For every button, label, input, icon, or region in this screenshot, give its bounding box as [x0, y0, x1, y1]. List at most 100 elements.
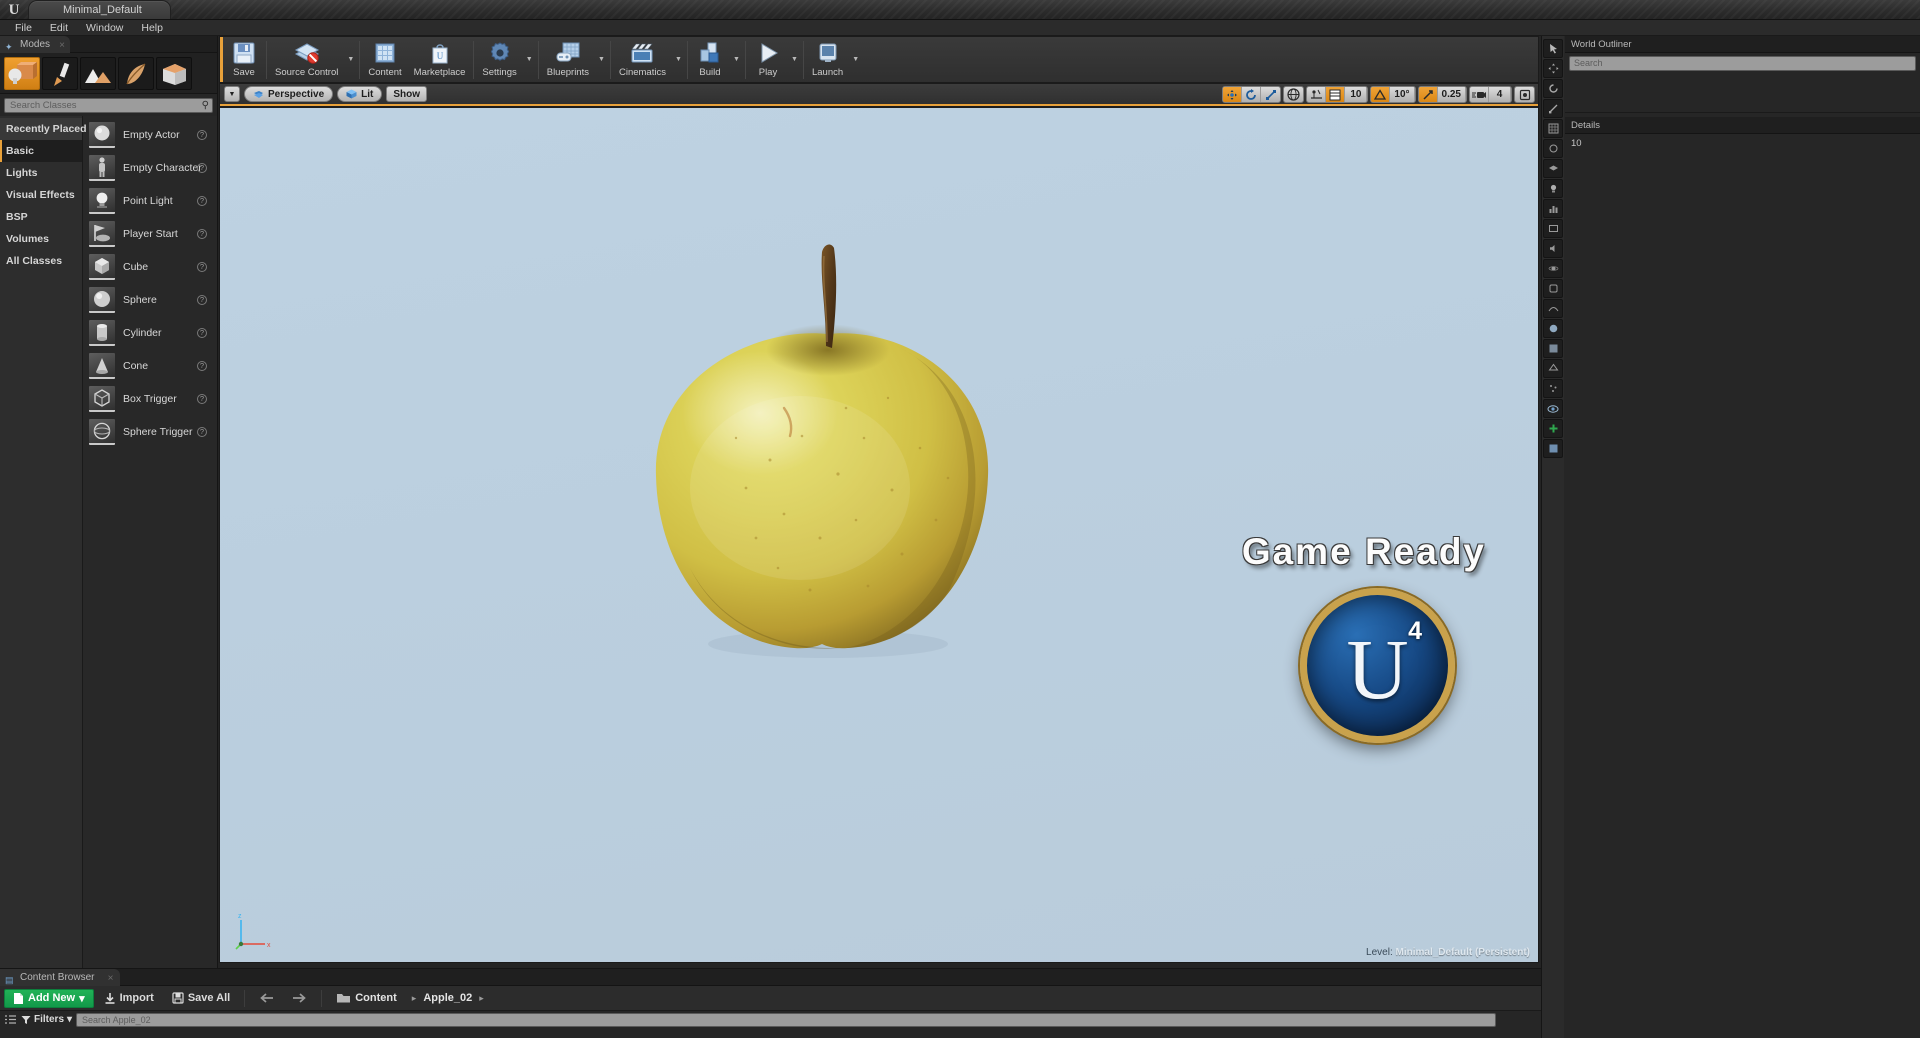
physics-tool-icon[interactable]	[1543, 259, 1563, 278]
list-item[interactable]: Empty Character ?	[83, 151, 217, 184]
category-bsp[interactable]: BSP	[0, 206, 82, 228]
import-button[interactable]: Import	[96, 989, 162, 1008]
build-caret[interactable]: ▼	[730, 37, 743, 82]
menu-help[interactable]: Help	[132, 20, 172, 36]
apple-mesh[interactable]	[650, 238, 1010, 668]
help-icon[interactable]: ?	[197, 327, 207, 338]
help-icon[interactable]: ?	[197, 129, 207, 140]
perspective-button[interactable]: Perspective	[244, 86, 334, 102]
project-tab[interactable]: Minimal_Default	[28, 0, 171, 19]
list-item[interactable]: Point Light ?	[83, 184, 217, 217]
list-item[interactable]: Box Trigger ?	[83, 382, 217, 415]
help-icon[interactable]: ?	[197, 162, 207, 173]
launch-button[interactable]: Launch	[806, 37, 849, 82]
search-classes-input[interactable]	[5, 99, 212, 112]
menu-edit[interactable]: Edit	[41, 20, 77, 36]
camera-speed-value[interactable]: 4	[1489, 87, 1511, 102]
particle-tool-icon[interactable]	[1543, 379, 1563, 398]
list-item[interactable]: Cube ?	[83, 250, 217, 283]
foliage-mode-button[interactable]	[118, 57, 154, 90]
geometry-edit-mode-button[interactable]	[156, 57, 192, 90]
help-icon[interactable]: ?	[197, 228, 207, 239]
mesh-tool-icon[interactable]	[1543, 359, 1563, 378]
blueprints-button[interactable]: Blueprints	[541, 37, 595, 82]
scale-snap-icon[interactable]	[1418, 87, 1438, 102]
category-all-classes[interactable]: All Classes	[0, 250, 82, 272]
save-button[interactable]: Save	[224, 37, 264, 82]
launch-caret[interactable]: ▼	[849, 37, 862, 82]
list-item[interactable]: Player Start ?	[83, 217, 217, 250]
help-icon[interactable]: ?	[197, 195, 207, 206]
content-search-box[interactable]: Search Apple_02	[76, 1012, 1497, 1027]
list-item[interactable]: Sphere Trigger ?	[83, 415, 217, 448]
filters-button[interactable]: Filters ▾	[21, 1014, 72, 1025]
layers-tool-icon[interactable]	[1543, 159, 1563, 178]
cinematics-caret[interactable]: ▼	[672, 37, 685, 82]
content-button[interactable]: Content	[362, 37, 407, 82]
nav-forward-button[interactable]	[284, 989, 315, 1008]
rotation-snap-icon[interactable]	[1371, 87, 1391, 102]
help-icon[interactable]: ?	[197, 360, 207, 371]
category-basic[interactable]: Basic	[0, 140, 82, 162]
source-control-button[interactable]: Source Control	[269, 37, 344, 82]
texture-tool-icon[interactable]	[1543, 339, 1563, 358]
menu-file[interactable]: File	[6, 20, 41, 36]
rotate-mode-icon[interactable]	[1242, 87, 1262, 102]
close-icon[interactable]: ×	[108, 970, 114, 987]
list-item[interactable]: Sphere ?	[83, 283, 217, 316]
material-tool-icon[interactable]	[1543, 319, 1563, 338]
play-button[interactable]: Play	[748, 37, 788, 82]
grid-snap-value[interactable]: 10	[1345, 87, 1368, 102]
list-item[interactable]: Empty Actor ?	[83, 118, 217, 151]
settings-button[interactable]: Settings	[476, 37, 522, 82]
menu-window[interactable]: Window	[77, 20, 132, 36]
scale-mode-icon[interactable]	[1261, 87, 1280, 102]
snap-tool-icon[interactable]	[1543, 139, 1563, 158]
close-icon[interactable]: ×	[59, 37, 65, 54]
help-icon[interactable]: ?	[197, 393, 207, 404]
category-recently-placed[interactable]: Recently Placed	[0, 118, 87, 140]
modes-tab[interactable]: ✦ Modes ×	[0, 36, 71, 54]
select-tool-icon[interactable]	[1543, 39, 1563, 58]
maximize-viewport-icon[interactable]	[1515, 87, 1534, 102]
viewport-canvas[interactable]: z x Game Ready U 4 Level: Minimal_Defaul…	[220, 108, 1538, 962]
lit-button[interactable]: Lit	[337, 86, 383, 102]
swatch-icon[interactable]	[1543, 439, 1563, 458]
rotation-snap-value[interactable]: 10°	[1390, 87, 1415, 102]
plus-icon[interactable]	[1543, 419, 1563, 438]
list-item[interactable]: Cone ?	[83, 349, 217, 382]
settings-caret[interactable]: ▼	[523, 37, 536, 82]
save-all-button[interactable]: Save All	[164, 989, 238, 1008]
rotate-tool-icon[interactable]	[1543, 79, 1563, 98]
surface-snap-icon[interactable]	[1307, 87, 1327, 102]
eye-icon[interactable]	[1543, 399, 1563, 418]
category-volumes[interactable]: Volumes	[0, 228, 82, 250]
marketplace-button[interactable]: U Marketplace	[408, 37, 472, 82]
lighting-tool-icon[interactable]	[1543, 179, 1563, 198]
grid-snap-icon[interactable]	[1326, 87, 1346, 102]
help-icon[interactable]: ?	[197, 261, 207, 272]
camera-speed-icon[interactable]	[1470, 87, 1489, 102]
ai-tool-icon[interactable]	[1543, 279, 1563, 298]
breadcrumb-content[interactable]: Content	[355, 992, 397, 1004]
outliner-search-box[interactable]: Search	[1569, 56, 1916, 71]
list-item[interactable]	[1565, 74, 1920, 93]
scale-snap-value[interactable]: 0.25	[1438, 87, 1466, 102]
render-tool-icon[interactable]	[1543, 219, 1563, 238]
nav-back-button[interactable]	[251, 989, 282, 1008]
breadcrumb-apple-02[interactable]: Apple_02	[423, 992, 472, 1004]
place-mode-button[interactable]	[4, 57, 40, 90]
content-browser-tab[interactable]: ▤ Content Browser ×	[0, 969, 121, 987]
paint-mode-button[interactable]	[42, 57, 78, 90]
translate-mode-icon[interactable]	[1223, 87, 1243, 102]
list-item[interactable]	[1565, 93, 1920, 112]
add-new-button[interactable]: Add New ▾	[4, 988, 94, 1008]
help-icon[interactable]: ?	[197, 426, 207, 437]
search-classes-box[interactable]: ⚲	[4, 98, 213, 113]
list-item[interactable]: Cylinder ?	[83, 316, 217, 349]
translate-tool-icon[interactable]	[1543, 59, 1563, 78]
world-coordinate-icon[interactable]	[1284, 87, 1303, 102]
scale-tool-icon[interactable]	[1543, 99, 1563, 118]
build-button[interactable]: Build	[690, 37, 730, 82]
viewport-options-button[interactable]: ▼	[224, 86, 240, 102]
